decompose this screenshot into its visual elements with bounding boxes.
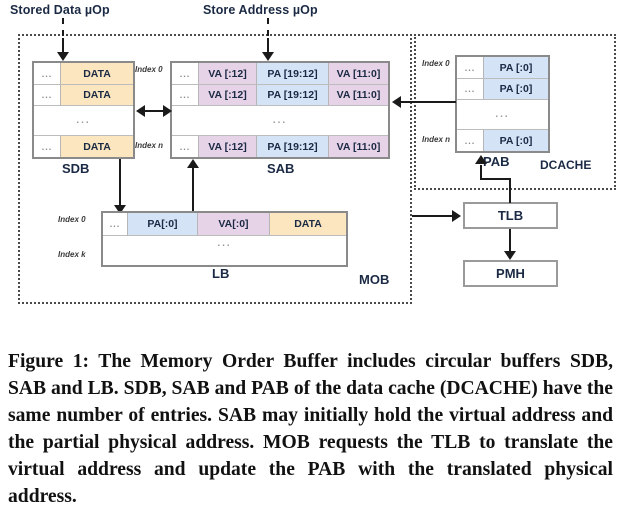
index-label-pab-last: Index n [422, 135, 451, 144]
table-row-gap: ... [172, 105, 388, 135]
cell-ellipsis: ... [172, 63, 198, 84]
table-row-gap: ... [103, 235, 346, 250]
cell-data: DATA [269, 213, 346, 235]
cell-va: VA[:0] [197, 213, 269, 235]
table-pab: ... PA [:0] ... PA [:0] ... ... PA [:0] [455, 55, 550, 153]
cell-ellipsis: ... [457, 79, 483, 99]
table-row: ... DATA [34, 135, 133, 157]
cell-ellipsis: ... [457, 57, 483, 78]
index-label-sab-last: Index n [135, 141, 164, 150]
figure-caption: Figure 1: The Memory Order Buffer includ… [8, 350, 613, 507]
mob-to-tlb-arrow [452, 210, 461, 222]
cell-ellipsis: ... [34, 63, 60, 84]
cell-ellipsis: ... [34, 106, 133, 135]
table-row: ... VA [:12] PA [19:12] VA [11:0] [172, 84, 388, 105]
table-name-lb: LB [212, 266, 230, 281]
table-row: ... DATA [34, 63, 133, 84]
pab-to-sab-arrow [392, 96, 401, 108]
tlb-to-pmh-arrow [504, 251, 516, 260]
tlb-to-pab-horizontal [480, 178, 511, 180]
stored-data-feed-dash [62, 18, 64, 36]
cell-pa: PA [:0] [483, 130, 548, 151]
cell-va-high: VA [:12] [198, 136, 256, 157]
sdb-sab-arrow-left [136, 105, 145, 117]
table-row-gap: ... [34, 105, 133, 135]
table-row: ... PA [:0] [457, 78, 548, 99]
unit-tlb: TLB [463, 202, 558, 229]
sdb-sab-arrow-right [163, 105, 172, 117]
cell-data: DATA [60, 85, 133, 105]
cell-ellipsis: ... [457, 100, 548, 129]
pab-to-sab-line [400, 101, 456, 103]
sdb-to-lb-line [119, 159, 121, 209]
cell-data: DATA [60, 136, 133, 157]
cell-va-low: VA [11:0] [328, 85, 388, 105]
group-label-mob: MOB [359, 272, 390, 287]
cell-ellipsis: ... [172, 106, 388, 135]
table-row: ... PA[:0] VA[:0] DATA [103, 213, 346, 235]
cell-va-low: VA [11:0] [328, 63, 388, 84]
cell-pa: PA [:0] [483, 79, 548, 99]
index-label-sab-first: Index 0 [135, 65, 163, 74]
lb-to-sab-arrow [187, 159, 199, 168]
index-label-pab-first: Index 0 [422, 59, 450, 68]
cell-ellipsis: ... [103, 213, 127, 235]
table-row: ... PA [:0] [457, 129, 548, 151]
cell-ellipsis: ... [457, 130, 483, 151]
cell-ellipsis: ... [34, 136, 60, 157]
cell-pa: PA[:0] [127, 213, 197, 235]
cell-va-high: VA [:12] [198, 85, 256, 105]
unit-pmh: PMH [463, 260, 558, 287]
tlb-to-pab-vertical-lower [509, 178, 511, 203]
mob-to-tlb-line [412, 215, 456, 217]
label-store-address-uop: Store Address µOp [203, 3, 318, 17]
cell-va-low: VA [11:0] [328, 136, 388, 157]
lb-to-sab-line [192, 166, 194, 214]
table-row: ... DATA [34, 84, 133, 105]
sdb-input-arrow [57, 52, 69, 61]
cell-ellipsis: ... [103, 236, 346, 250]
label-stored-data-uop: Stored Data µOp [10, 3, 110, 17]
index-label-lb-last: Index k [58, 250, 86, 259]
group-label-dcache: DCACHE [540, 158, 592, 172]
table-lb: ... PA[:0] VA[:0] DATA ... [101, 211, 348, 267]
table-name-sdb: SDB [62, 161, 90, 176]
figure-diagram: Stored Data µOp Store Address µOp MOB DC… [0, 0, 621, 320]
cell-va-high: VA [:12] [198, 63, 256, 84]
cell-ellipsis: ... [172, 136, 198, 157]
tlb-to-pab-vertical-upper [480, 165, 482, 179]
table-row: ... VA [:12] PA [19:12] VA [11:0] [172, 135, 388, 157]
store-address-feed-dash [267, 18, 269, 36]
cell-pa: PA [:0] [483, 57, 548, 78]
table-row: ... VA [:12] PA [19:12] VA [11:0] [172, 63, 388, 84]
table-row-gap: ... [457, 99, 548, 129]
cell-pa-partial: PA [19:12] [256, 85, 328, 105]
cell-pa-partial: PA [19:12] [256, 63, 328, 84]
table-sab: ... VA [:12] PA [19:12] VA [11:0] ... VA… [170, 61, 390, 159]
table-name-sab: SAB [267, 161, 295, 176]
cell-empty [103, 250, 346, 265]
table-row [103, 250, 346, 265]
table-sdb: ... DATA ... DATA ... ... DATA [32, 61, 135, 159]
cell-ellipsis: ... [34, 85, 60, 105]
tlb-to-pab-arrow [475, 155, 487, 164]
cell-ellipsis: ... [172, 85, 198, 105]
cell-data: DATA [60, 63, 133, 84]
cell-pa-partial: PA [19:12] [256, 136, 328, 157]
sab-input-arrow [262, 52, 274, 61]
table-row: ... PA [:0] [457, 57, 548, 78]
index-label-lb-first: Index 0 [58, 215, 86, 224]
